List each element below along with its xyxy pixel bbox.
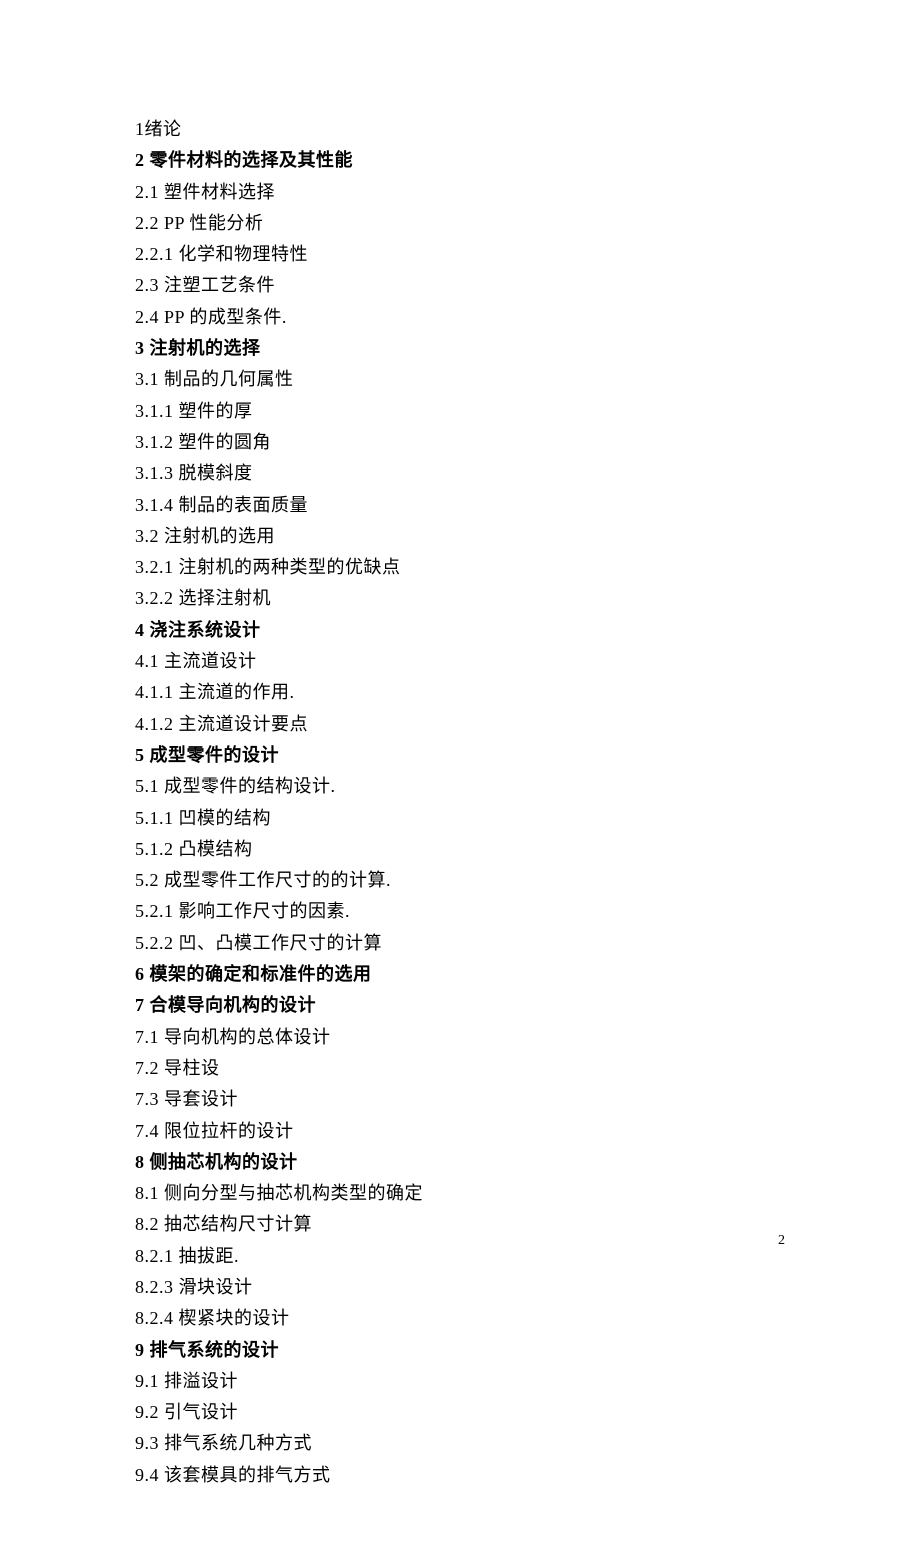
toc-entry: 4 浇注系统设计 bbox=[135, 616, 785, 645]
toc-entry: 2 零件材料的选择及其性能 bbox=[135, 146, 785, 175]
toc-entry: 4.1 主流道设计 bbox=[135, 647, 785, 676]
toc-entry: 3.2.1 注射机的两种类型的优缺点 bbox=[135, 553, 785, 582]
toc-entry: 8.2 抽芯结构尺寸计算 bbox=[135, 1210, 785, 1239]
toc-entry: 6 模架的确定和标准件的选用 bbox=[135, 960, 785, 989]
toc-entry: 5.2.2 凹、凸模工作尺寸的计算 bbox=[135, 929, 785, 958]
toc-entry: 5.1 成型零件的结构设计. bbox=[135, 772, 785, 801]
toc-entry: 8.2.1 抽拔距. bbox=[135, 1242, 785, 1271]
toc-entry: 5.1.1 凹模的结构 bbox=[135, 804, 785, 833]
toc-entry: 2.1 塑件材料选择 bbox=[135, 178, 785, 207]
toc-entry: 3.2 注射机的选用 bbox=[135, 522, 785, 551]
toc-entry: 8.2.4 楔紧块的设计 bbox=[135, 1304, 785, 1333]
toc-entry: 9 排气系统的设计 bbox=[135, 1336, 785, 1365]
toc-entry: 2.2 PP 性能分析 bbox=[135, 209, 785, 238]
toc-entry: 7.4 限位拉杆的设计 bbox=[135, 1117, 785, 1146]
toc-entry: 4.1.1 主流道的作用. bbox=[135, 678, 785, 707]
toc-entry: 3.1.3 脱模斜度 bbox=[135, 459, 785, 488]
toc-entry: 3.1 制品的几何属性 bbox=[135, 365, 785, 394]
toc-entry: 5 成型零件的设计 bbox=[135, 741, 785, 770]
toc-entry: 5.1.2 凸模结构 bbox=[135, 835, 785, 864]
toc-entry: 2.2.1 化学和物理特性 bbox=[135, 240, 785, 269]
toc-entry: 3.1.4 制品的表面质量 bbox=[135, 491, 785, 520]
toc-entry: 8.1 侧向分型与抽芯机构类型的确定 bbox=[135, 1179, 785, 1208]
toc-entry: 2.4 PP 的成型条件. bbox=[135, 303, 785, 332]
toc-entry: 5.2.1 影响工作尺寸的因素. bbox=[135, 897, 785, 926]
toc-entry: 7.1 导向机构的总体设计 bbox=[135, 1023, 785, 1052]
toc-entry: 4.1.2 主流道设计要点 bbox=[135, 710, 785, 739]
toc-entry: 8.2.3 滑块设计 bbox=[135, 1273, 785, 1302]
toc-entry: 3 注射机的选择 bbox=[135, 334, 785, 363]
toc-entry: 8 侧抽芯机构的设计 bbox=[135, 1148, 785, 1177]
toc-entry: 7.3 导套设计 bbox=[135, 1085, 785, 1114]
page-number: 2 bbox=[778, 1230, 785, 1252]
toc-entry: 9.1 排溢设计 bbox=[135, 1367, 785, 1396]
toc-entry: 2.3 注塑工艺条件 bbox=[135, 271, 785, 300]
toc-entry: 3.1.1 塑件的厚 bbox=[135, 397, 785, 426]
toc-entry: 7.2 导柱设 bbox=[135, 1054, 785, 1083]
toc-entry: 5.2 成型零件工作尺寸的的计算. bbox=[135, 866, 785, 895]
toc-entry: 9.2 引气设计 bbox=[135, 1398, 785, 1427]
document-page: 1绪论2 零件材料的选择及其性能 2.1 塑件材料选择2.2 PP 性能分析2.2… bbox=[0, 0, 920, 1552]
toc-entry: 7 合模导向机构的设计 bbox=[135, 991, 785, 1020]
toc-entry: 1绪论 bbox=[135, 115, 785, 144]
toc-entry: 9.4 该套模具的排气方式 bbox=[135, 1461, 785, 1490]
toc-entry: 3.2.2 选择注射机 bbox=[135, 584, 785, 613]
toc-entry: 3.1.2 塑件的圆角 bbox=[135, 428, 785, 457]
toc-entry: 9.3 排气系统几种方式 bbox=[135, 1429, 785, 1458]
table-of-contents: 1绪论2 零件材料的选择及其性能 2.1 塑件材料选择2.2 PP 性能分析2.2… bbox=[135, 115, 785, 1490]
